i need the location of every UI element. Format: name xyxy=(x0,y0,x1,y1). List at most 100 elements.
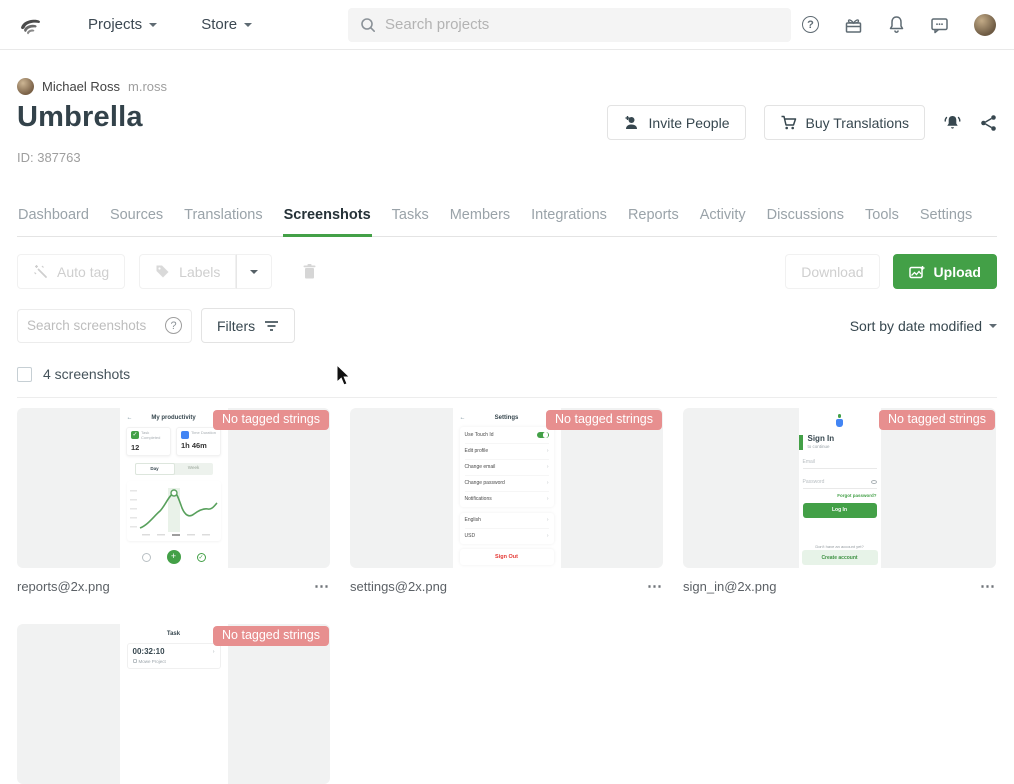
screenshot-card-reports: ← My productivity ✓ Task Completed 12 xyxy=(17,408,330,594)
select-all-checkbox[interactable] xyxy=(17,367,32,382)
delete-button[interactable] xyxy=(302,263,317,280)
nav-store-menu[interactable]: Store xyxy=(201,16,252,33)
share-button[interactable] xyxy=(980,114,997,132)
help-icon: ? xyxy=(802,16,819,33)
search-help-icon[interactable]: ? xyxy=(165,317,182,334)
back-arrow-icon: ← xyxy=(127,415,133,421)
screenshots-grid: ← My productivity ✓ Task Completed 12 xyxy=(17,408,997,784)
tab-tools[interactable]: Tools xyxy=(864,199,900,237)
upload-button[interactable]: Upload xyxy=(893,254,997,289)
screenshots-search-box: ? xyxy=(17,309,192,343)
owner-avatar xyxy=(17,78,34,95)
upload-label: Upload xyxy=(934,264,981,280)
sort-label: Sort by date modified xyxy=(850,318,982,334)
back-arrow-icon: ← xyxy=(460,415,466,421)
tab-translations[interactable]: Translations xyxy=(183,199,263,237)
project-tabs: Dashboard Sources Translations Screensho… xyxy=(17,199,997,237)
screenshot-filename[interactable]: settings@2x.png xyxy=(350,579,447,594)
project-owner[interactable]: Michael Ross m.ross xyxy=(17,78,997,95)
tab-tasks[interactable]: Tasks xyxy=(391,199,430,237)
person-add-icon xyxy=(623,115,640,130)
buy-translations-button[interactable]: Buy Translations xyxy=(764,105,926,140)
nav-projects-label: Projects xyxy=(88,16,142,33)
status-badge: No tagged strings xyxy=(213,410,329,430)
screenshot-card-task: Task 00:32:10 › Mowe Project xyxy=(17,624,330,784)
toggle-on-icon xyxy=(537,432,549,439)
top-navbar: Projects Store ? xyxy=(0,0,1014,50)
tab-reports[interactable]: Reports xyxy=(627,199,680,237)
screenshot-filename[interactable]: sign_in@2x.png xyxy=(683,579,776,594)
tab-settings[interactable]: Settings xyxy=(919,199,973,237)
screenshot-filename[interactable]: reports@2x.png xyxy=(17,579,110,594)
owner-name: Michael Ross xyxy=(42,79,120,94)
image-upload-icon xyxy=(909,265,925,279)
trash-icon xyxy=(302,263,317,280)
gift-icon xyxy=(844,16,863,34)
subscribe-notifications-button[interactable] xyxy=(943,113,962,132)
tab-integrations[interactable]: Integrations xyxy=(530,199,608,237)
sign-out-label: Sign Out xyxy=(460,549,554,565)
screenshot-card-settings: ← Settings Use Touch Id Edit profile› Ch… xyxy=(350,408,663,594)
more-options-button[interactable]: ⋯ xyxy=(314,582,330,592)
filters-button[interactable]: Filters xyxy=(201,308,295,343)
crowdin-logo-icon[interactable] xyxy=(18,14,44,36)
tab-screenshots[interactable]: Screenshots xyxy=(283,199,372,237)
projects-search-input[interactable] xyxy=(385,16,779,33)
eye-icon xyxy=(871,480,877,484)
tab-discussions[interactable]: Discussions xyxy=(766,199,845,237)
owner-username: m.ross xyxy=(128,79,167,94)
app-logo-icon xyxy=(799,408,881,427)
bell-icon xyxy=(888,15,905,34)
thumb-title: Settings xyxy=(495,415,519,421)
status-badge: No tagged strings xyxy=(879,410,995,430)
project-icon xyxy=(133,659,137,663)
tab-activity[interactable]: Activity xyxy=(699,199,747,237)
share-icon xyxy=(980,114,997,132)
projects-search-box xyxy=(348,8,791,42)
nav-projects-menu[interactable]: Projects xyxy=(88,16,157,33)
more-options-button[interactable]: ⋯ xyxy=(647,582,663,592)
mini-line-chart xyxy=(127,481,221,541)
notifications-button[interactable] xyxy=(888,15,905,34)
chevron-down-icon xyxy=(250,270,258,274)
more-options-button[interactable]: ⋯ xyxy=(980,582,996,592)
buy-translations-label: Buy Translations xyxy=(806,115,910,131)
screenshot-thumbnail[interactable]: ← My productivity ✓ Task Completed 12 xyxy=(17,408,330,568)
project-id: ID: 387763 xyxy=(17,150,997,165)
screenshot-thumbnail[interactable]: Sign In to continue Email Password Forgo… xyxy=(683,408,996,568)
invite-people-button[interactable]: Invite People xyxy=(607,105,746,140)
screenshot-thumbnail[interactable]: ← Settings Use Touch Id Edit profile› Ch… xyxy=(350,408,663,568)
filter-icon xyxy=(264,320,279,332)
tab-dashboard[interactable]: Dashboard xyxy=(17,199,90,237)
thumb-title: My productivity xyxy=(151,415,195,421)
done-icon: ✓ xyxy=(197,553,206,562)
screenshot-thumbnail[interactable]: Task 00:32:10 › Mowe Project xyxy=(17,624,330,784)
auto-tag-button[interactable]: Auto tag xyxy=(17,254,125,289)
user-avatar[interactable] xyxy=(974,14,996,36)
tab-members[interactable]: Members xyxy=(449,199,511,237)
chevron-down-icon xyxy=(989,324,997,328)
screenshot-card-signin: Sign In to continue Email Password Forgo… xyxy=(683,408,996,594)
sort-dropdown[interactable]: Sort by date modified xyxy=(850,318,997,334)
page-title: Umbrella xyxy=(17,101,143,134)
tag-icon xyxy=(155,264,170,279)
messages-button[interactable] xyxy=(930,16,949,34)
status-badge: No tagged strings xyxy=(213,626,329,646)
auto-tag-label: Auto tag xyxy=(57,264,109,280)
search-icon xyxy=(360,17,376,33)
tab-sources[interactable]: Sources xyxy=(109,199,164,237)
help-button[interactable]: ? xyxy=(802,16,819,33)
labels-label: Labels xyxy=(179,264,220,280)
labels-button[interactable]: Labels xyxy=(139,254,236,289)
history-icon xyxy=(142,553,151,562)
screenshots-search-input[interactable] xyxy=(27,318,159,333)
thumb-title: Task xyxy=(167,631,180,637)
download-button[interactable]: Download xyxy=(785,254,879,289)
clock-icon xyxy=(181,431,189,439)
labels-dropdown-button[interactable] xyxy=(236,254,272,289)
download-label: Download xyxy=(801,264,863,280)
chevron-down-icon xyxy=(244,23,252,27)
filters-label: Filters xyxy=(217,318,255,334)
invite-people-label: Invite People xyxy=(649,115,730,131)
gift-button[interactable] xyxy=(844,16,863,34)
